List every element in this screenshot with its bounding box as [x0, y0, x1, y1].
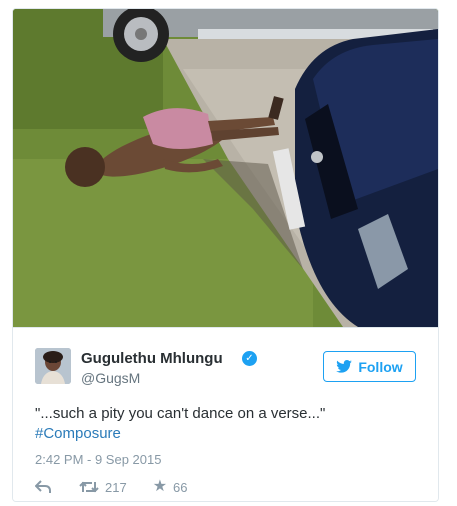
follow-button[interactable]: Follow [323, 351, 416, 382]
star-icon: ★ [152, 478, 168, 495]
avatar[interactable] [35, 348, 71, 384]
reply-button[interactable] [35, 480, 51, 494]
photo-illustration [13, 9, 438, 327]
reply-icon [35, 480, 51, 493]
twitter-bird-icon [336, 360, 353, 373]
tweet-timestamp[interactable]: 2:42 PM - 9 Sep 2015 [35, 452, 161, 467]
like-button[interactable]: ★ 66 [152, 478, 188, 495]
tweet-card: Gugulethu Mhlungu ✓ @GugsM Follow "...su… [12, 8, 439, 502]
tweet-actions: 217 ★ 66 [35, 478, 188, 496]
verified-badge-icon: ✓ [242, 351, 257, 366]
tweet-body: Gugulethu Mhlungu ✓ @GugsM Follow "...su… [13, 327, 438, 501]
retweet-icon [79, 481, 99, 493]
avatar-image [35, 348, 71, 384]
tweet-text: "...such a pity you can't dance on a ver… [35, 405, 326, 422]
retweet-button[interactable]: 217 [79, 480, 127, 495]
author-name[interactable]: Gugulethu Mhlungu [81, 350, 223, 367]
retweet-count: 217 [105, 479, 127, 495]
author-handle[interactable]: @GugsM [81, 370, 140, 386]
follow-label: Follow [358, 358, 403, 375]
like-count: 66 [173, 479, 188, 495]
tweet-photo[interactable] [13, 9, 438, 327]
hashtag-link[interactable]: #Composure [35, 424, 121, 444]
